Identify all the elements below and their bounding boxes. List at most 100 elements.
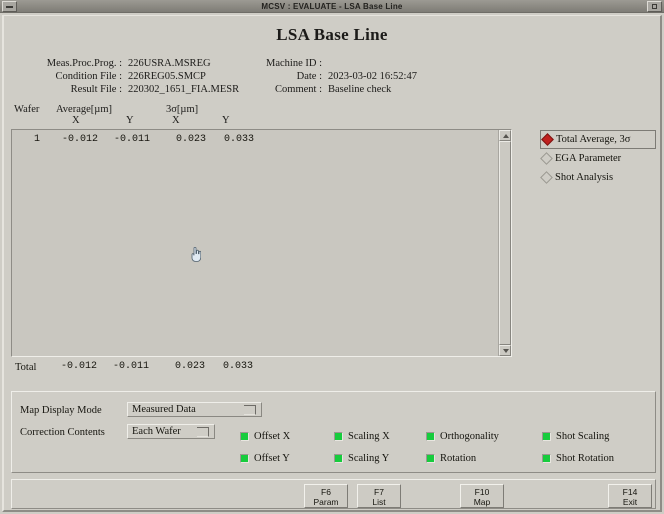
column-header-sigma: 3σ[µm] — [166, 104, 199, 115]
checkbox-orthogonality[interactable]: Orthogonality — [426, 431, 542, 442]
settings-panel: Map Display Mode Correction Contents Mea… — [11, 391, 656, 473]
f7-action-label: List — [372, 497, 386, 507]
radio-total-average[interactable]: Total Average, 3σ — [540, 130, 656, 149]
window-titlebar: MCSV : EVALUATE - LSA Base Line — [0, 0, 664, 13]
checkbox-label-scaling-x: Scaling X — [348, 430, 390, 442]
total-average-x: -0.012 — [60, 361, 97, 372]
scrollbar-track[interactable] — [499, 141, 511, 345]
info-row-meas-proc-prog: Meas.Proc.Prog. : 226USRA.MSREG — [18, 58, 239, 71]
checkbox-row-2: Offset Y Scaling Y Rotation Shot Rotatio… — [240, 447, 650, 469]
window-title: MCSV : EVALUATE - LSA Base Line — [261, 1, 403, 11]
cell-wafer: 1 — [33, 134, 40, 145]
checkbox-label-offset-x: Offset X — [254, 430, 291, 442]
checkbox-icon[interactable] — [542, 431, 551, 441]
f14-key-label: F14 — [622, 487, 638, 497]
f6-action-label: Param — [313, 497, 339, 507]
meas-info-left: Meas.Proc.Prog. : 226USRA.MSREG Conditio… — [18, 58, 239, 97]
f14-action-label: Exit — [622, 497, 638, 507]
radio-diamond-icon — [541, 133, 554, 146]
label-correction-contents: Correction Contents — [20, 427, 105, 438]
function-button-bar: F6 Param F7 List F10 Map F14 Exit — [11, 479, 656, 509]
info-label-machine-id: Machine ID : — [266, 58, 322, 69]
f14-exit-button[interactable]: F14 Exit — [608, 484, 652, 508]
f7-list-button[interactable]: F7 List — [357, 484, 401, 508]
info-label-result-file: Result File : — [70, 84, 122, 95]
checkbox-rotation[interactable]: Rotation — [426, 453, 542, 464]
total-label: Total — [15, 362, 37, 373]
total-sigma-x: 0.023 — [174, 361, 205, 372]
correction-contents-dropdown[interactable]: Each Wafer — [127, 424, 215, 439]
scroll-up-glyph — [503, 134, 509, 138]
vertical-scrollbar[interactable] — [498, 130, 511, 356]
column-header-average-y: Y — [126, 115, 134, 126]
info-label-date: Date : — [296, 71, 322, 82]
info-row-date: Date : 2023-03-02 16:52:47 — [256, 71, 417, 84]
f6-param-button[interactable]: F6 Param — [304, 484, 348, 508]
result-table-header: Wafer Average[µm] 3σ[µm] X Y X Y — [10, 104, 310, 128]
checkbox-scaling-y[interactable]: Scaling Y — [334, 453, 426, 464]
checkbox-scaling-x[interactable]: Scaling X — [334, 431, 426, 442]
info-label-meas-proc-prog: Meas.Proc.Prog. : — [46, 58, 122, 69]
result-list-content[interactable]: 1 -0.012 -0.011 0.023 0.033 — [12, 130, 498, 356]
f7-key-label: F7 — [374, 487, 384, 497]
window-client-area: LSA Base Line Meas.Proc.Prog. : 226USRA.… — [2, 15, 662, 512]
f10-action-label: Map — [473, 497, 491, 507]
checkbox-label-shot-scaling: Shot Scaling — [556, 430, 610, 442]
cell-sigma-x: 0.023 — [175, 134, 206, 145]
info-row-comment: Comment : Baseline check — [256, 84, 417, 97]
label-map-display-mode: Map Display Mode — [20, 405, 102, 416]
chevron-down-icon[interactable] — [244, 404, 256, 415]
meas-info-right: Machine ID : Date : 2023-03-02 16:52:47 … — [256, 58, 417, 97]
f10-map-button[interactable]: F10 Map — [460, 484, 504, 508]
checkbox-icon[interactable] — [426, 453, 435, 463]
f6-key-label: F6 — [321, 487, 331, 497]
info-value-result-file: 220302_1651_FIA.MESR — [128, 84, 240, 95]
checkbox-icon[interactable] — [542, 453, 551, 463]
map-display-mode-value: Measured Data — [132, 404, 196, 415]
checkbox-icon[interactable] — [240, 431, 249, 441]
scroll-down-glyph — [503, 349, 509, 353]
checkbox-label-orthogonality: Orthogonality — [440, 430, 499, 442]
checkbox-label-rotation: Rotation — [440, 452, 477, 464]
radio-ega-parameter[interactable]: EGA Parameter — [540, 149, 656, 168]
checkbox-label-offset-y: Offset Y — [254, 452, 290, 464]
radio-diamond-icon — [540, 171, 553, 184]
radio-label-shot-analysis: Shot Analysis — [555, 172, 614, 183]
column-header-wafer: Wafer — [14, 104, 40, 115]
column-header-sigma-x: X — [172, 115, 180, 126]
minimize-icon[interactable] — [2, 0, 17, 12]
cell-average-x: -0.012 — [61, 134, 98, 145]
total-sigma-y: 0.033 — [222, 361, 253, 372]
checkbox-icon[interactable] — [334, 453, 343, 463]
view-mode-radio-group: Total Average, 3σ EGA Parameter Shot Ana… — [540, 130, 656, 187]
info-row-result-file: Result File : 220302_1651_FIA.MESR — [18, 84, 239, 97]
checkbox-label-shot-rotation: Shot Rotation — [556, 452, 615, 464]
chevron-down-icon[interactable] — [197, 426, 209, 437]
page-title: LSA Base Line — [276, 25, 388, 44]
checkbox-shot-scaling[interactable]: Shot Scaling — [542, 431, 650, 442]
info-value-condition-file: 226REG05.SMCP — [128, 71, 206, 82]
column-header-sigma-y: Y — [222, 115, 230, 126]
result-list-panel[interactable]: 1 -0.012 -0.011 0.023 0.033 — [11, 129, 512, 357]
info-value-date: 2023-03-02 16:52:47 — [328, 71, 417, 82]
checkbox-icon[interactable] — [334, 431, 343, 441]
table-row[interactable]: 1 -0.012 -0.011 0.023 0.033 — [12, 134, 254, 148]
map-display-mode-dropdown[interactable]: Measured Data — [127, 402, 262, 417]
radio-label-total-average: Total Average, 3σ — [556, 134, 631, 145]
info-value-comment: Baseline check — [328, 84, 392, 95]
cell-sigma-y: 0.033 — [223, 134, 254, 145]
checkbox-icon[interactable] — [240, 453, 249, 463]
radio-shot-analysis[interactable]: Shot Analysis — [540, 168, 656, 187]
checkbox-offset-y[interactable]: Offset Y — [240, 453, 334, 464]
scrollbar-thumb[interactable] — [499, 141, 511, 345]
checkbox-shot-rotation[interactable]: Shot Rotation — [542, 453, 650, 464]
scroll-up-arrow-icon[interactable] — [499, 130, 511, 141]
column-header-average-x: X — [72, 115, 80, 126]
maximize-icon[interactable] — [647, 0, 662, 12]
info-label-condition-file: Condition File : — [55, 71, 122, 82]
correction-checkbox-grid: Offset X Scaling X Orthogonality Shot Sc… — [240, 425, 650, 469]
scroll-down-arrow-icon[interactable] — [499, 345, 511, 356]
application-window: MCSV : EVALUATE - LSA Base Line LSA Base… — [0, 0, 664, 514]
checkbox-offset-x[interactable]: Offset X — [240, 431, 334, 442]
checkbox-icon[interactable] — [426, 431, 435, 441]
